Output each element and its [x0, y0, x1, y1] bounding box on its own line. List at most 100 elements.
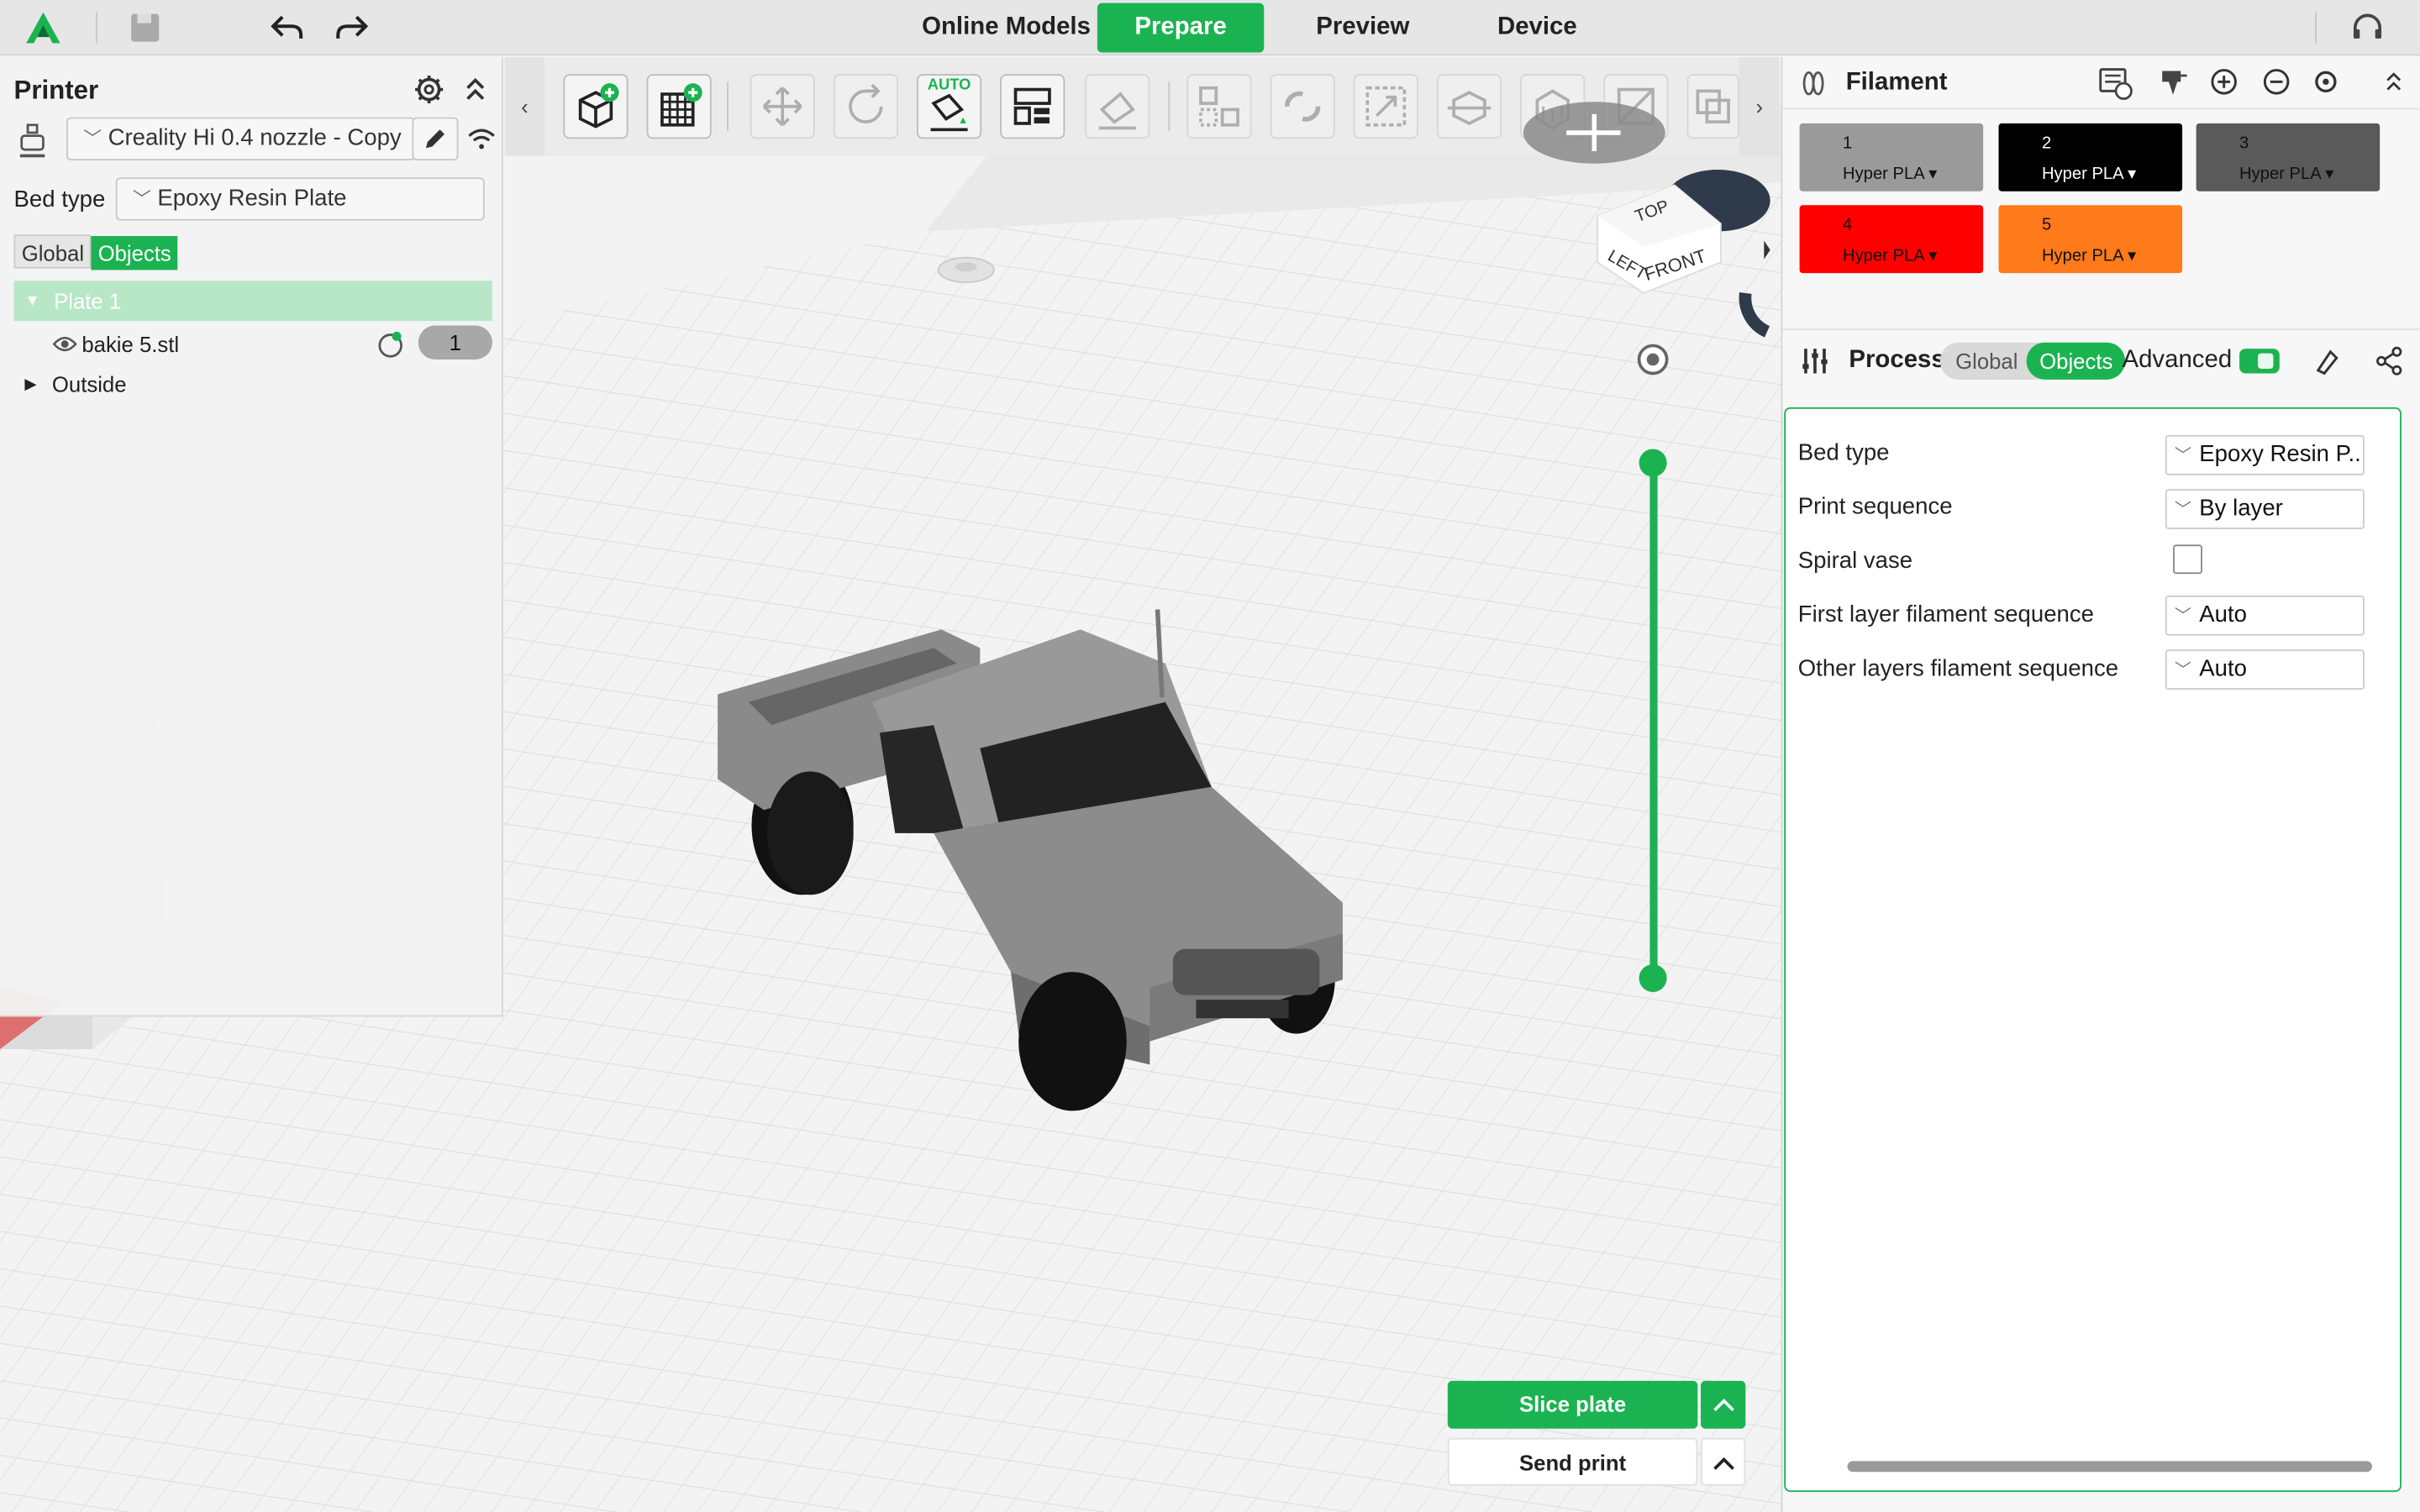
arrange-button[interactable] — [1000, 74, 1065, 139]
arrange-icon — [1013, 87, 1051, 125]
bed-type-select[interactable]: ﹀ Epoxy Resin Plate — [115, 177, 485, 221]
tab-online-models[interactable]: Online Models — [913, 3, 1098, 53]
view-reset-icon[interactable] — [1636, 343, 1670, 376]
filament-icon — [1802, 71, 1824, 96]
wifi-icon[interactable] — [466, 127, 497, 151]
split-objects-icon — [1199, 86, 1239, 127]
bed-type-label: Bed type — [13, 186, 106, 213]
chevron-up-icon — [1712, 1457, 1733, 1470]
process-mode-global[interactable]: Global — [1940, 349, 2028, 373]
bed-type-value: Epoxy Resin Plate — [157, 185, 347, 212]
layer-slider-bottom-handle[interactable] — [1639, 963, 1667, 992]
gear-icon[interactable] — [413, 74, 445, 105]
filament-material: Hyper PLA ▾ — [2041, 165, 2137, 184]
scale-button[interactable] — [1353, 74, 1418, 139]
split-parts-icon — [1285, 91, 1321, 122]
setting-bed-type-select[interactable]: ﹀ Epoxy Resin P... — [2165, 434, 2365, 475]
filament-sync-icon[interactable] — [2097, 65, 2134, 102]
share-icon[interactable] — [2374, 345, 2405, 376]
filament-material: Hyper PLA ▾ — [2041, 246, 2137, 265]
undo-icon[interactable] — [269, 9, 306, 46]
layer-slider-track[interactable] — [1649, 463, 1658, 979]
top-bar: Online Models Prepare Preview Device — [0, 0, 2420, 56]
slice-options-button[interactable] — [1701, 1380, 1746, 1429]
filament-number: 2 — [2041, 134, 2052, 153]
pencil-icon — [425, 129, 445, 149]
app-logo-icon[interactable] — [24, 9, 61, 46]
printer-preset-select[interactable]: ﹀ Creality Hi 0.4 nozzle - Copy — [66, 117, 416, 161]
setting-spiral-vase-label: Spiral vase — [1797, 548, 1913, 575]
rotate-button[interactable] — [833, 74, 898, 139]
collapse-icon[interactable] — [463, 74, 487, 105]
send-print-button[interactable]: Send print — [1447, 1437, 1698, 1486]
scale-icon — [1365, 86, 1407, 127]
object-filament-badge[interactable]: 1 — [418, 325, 492, 360]
rotate-icon — [849, 83, 883, 123]
eye-icon[interactable] — [52, 335, 77, 354]
remove-filament-icon[interactable] — [2263, 68, 2291, 96]
redo-icon[interactable] — [334, 9, 371, 46]
collapse-left-button[interactable]: ‹ — [504, 56, 545, 156]
nozzle-icon[interactable] — [2158, 66, 2189, 97]
tree-item-outside[interactable]: ▶ Outside — [14, 365, 492, 402]
chevron-down-icon: ﹀ — [132, 188, 151, 210]
setting-other-layers-seq-label: Other layers filament sequence — [1797, 655, 2119, 682]
filament-material: Hyper PLA ▾ — [2239, 165, 2334, 184]
setting-bed-type-label: Bed type — [1797, 439, 1890, 466]
expand-triangle-icon: ▶ — [24, 375, 37, 393]
printer-panel-title: Printer — [13, 75, 99, 105]
paint-palette-icon[interactable] — [375, 328, 406, 360]
tab-prepare[interactable]: Prepare — [1097, 3, 1265, 53]
setting-first-layer-seq-label: First layer filament sequence — [1797, 601, 2094, 628]
horizontal-scrollbar[interactable] — [1847, 1461, 2373, 1473]
split-parts-button[interactable] — [1270, 74, 1335, 139]
process-mode-objects[interactable]: Objects — [2027, 342, 2126, 380]
layer-slider-top-handle[interactable] — [1639, 449, 1667, 477]
split-objects-button[interactable] — [1186, 74, 1252, 139]
tree-item-plate[interactable]: ▼ Plate 1 — [13, 281, 492, 322]
truck-model[interactable] — [702, 601, 1366, 1118]
slice-plate-button[interactable]: Slice plate — [1447, 1380, 1698, 1429]
filament-swatch-5[interactable]: 5 Hyper PLA ▾ — [1998, 205, 2183, 274]
add-object-button[interactable] — [563, 74, 629, 139]
setting-print-sequence-select[interactable]: ﹀ By layer — [2165, 489, 2365, 529]
filament-material: Hyper PLA ▾ — [1843, 165, 1938, 184]
process-title: Process — [1849, 347, 1945, 374]
setting-first-layer-seq-select[interactable]: ﹀ Auto — [2165, 595, 2365, 636]
tab-device[interactable]: Device — [1479, 3, 1597, 53]
advanced-toggle[interactable] — [2239, 349, 2280, 374]
tree-outside-label: Outside — [51, 371, 127, 397]
cut-button[interactable] — [1436, 74, 1502, 139]
filament-settings-icon[interactable] — [2312, 68, 2339, 96]
process-compare-icon[interactable] — [2312, 345, 2343, 376]
support-headset-icon[interactable] — [2349, 9, 2386, 46]
process-settings-box: Bed type ﹀ Epoxy Resin P... Print sequenc… — [1784, 407, 2402, 1493]
printer-preset-value: Creality Hi 0.4 nozzle - Copy — [108, 124, 402, 151]
add-plate-button[interactable] — [646, 74, 712, 139]
send-options-button[interactable] — [1701, 1437, 1746, 1486]
mode-objects-button[interactable]: Objects — [92, 236, 178, 270]
tab-preview[interactable]: Preview — [1297, 3, 1429, 53]
auto-orient-button[interactable]: AUTO — [916, 74, 982, 139]
collapse-icon[interactable] — [2385, 71, 2403, 92]
filament-swatch-4[interactable]: 4 Hyper PLA ▾ — [1799, 205, 1984, 274]
lay-on-face-button[interactable] — [1085, 74, 1150, 139]
mode-global-button[interactable]: Global — [13, 234, 92, 269]
save-icon[interactable] — [127, 9, 164, 46]
object-list-mode-toggle: Global Objects — [13, 234, 178, 270]
filament-number: 4 — [1843, 216, 1853, 235]
filament-swatch-3[interactable]: 3 Hyper PLA ▾ — [2196, 123, 2381, 192]
expand-triangle-icon: ▼ — [24, 292, 40, 310]
setting-spiral-vase-checkbox[interactable] — [2173, 544, 2202, 575]
edit-printer-button[interactable] — [412, 117, 459, 161]
filament-swatch-2[interactable]: 2 Hyper PLA ▾ — [1998, 123, 2183, 192]
setting-other-layers-seq-select[interactable]: ﹀ Auto — [2165, 649, 2365, 690]
filament-material: Hyper PLA ▾ — [1843, 246, 1938, 265]
move-button[interactable] — [750, 74, 815, 139]
filament-swatch-1[interactable]: 1 Hyper PLA ▾ — [1799, 123, 1984, 192]
filament-title: Filament — [1845, 69, 1948, 96]
add-filament-icon[interactable] — [2210, 68, 2238, 96]
auto-orient-label: AUTO — [927, 76, 971, 95]
filament-number: 1 — [1843, 134, 1853, 153]
add-plate-icon — [660, 83, 702, 127]
